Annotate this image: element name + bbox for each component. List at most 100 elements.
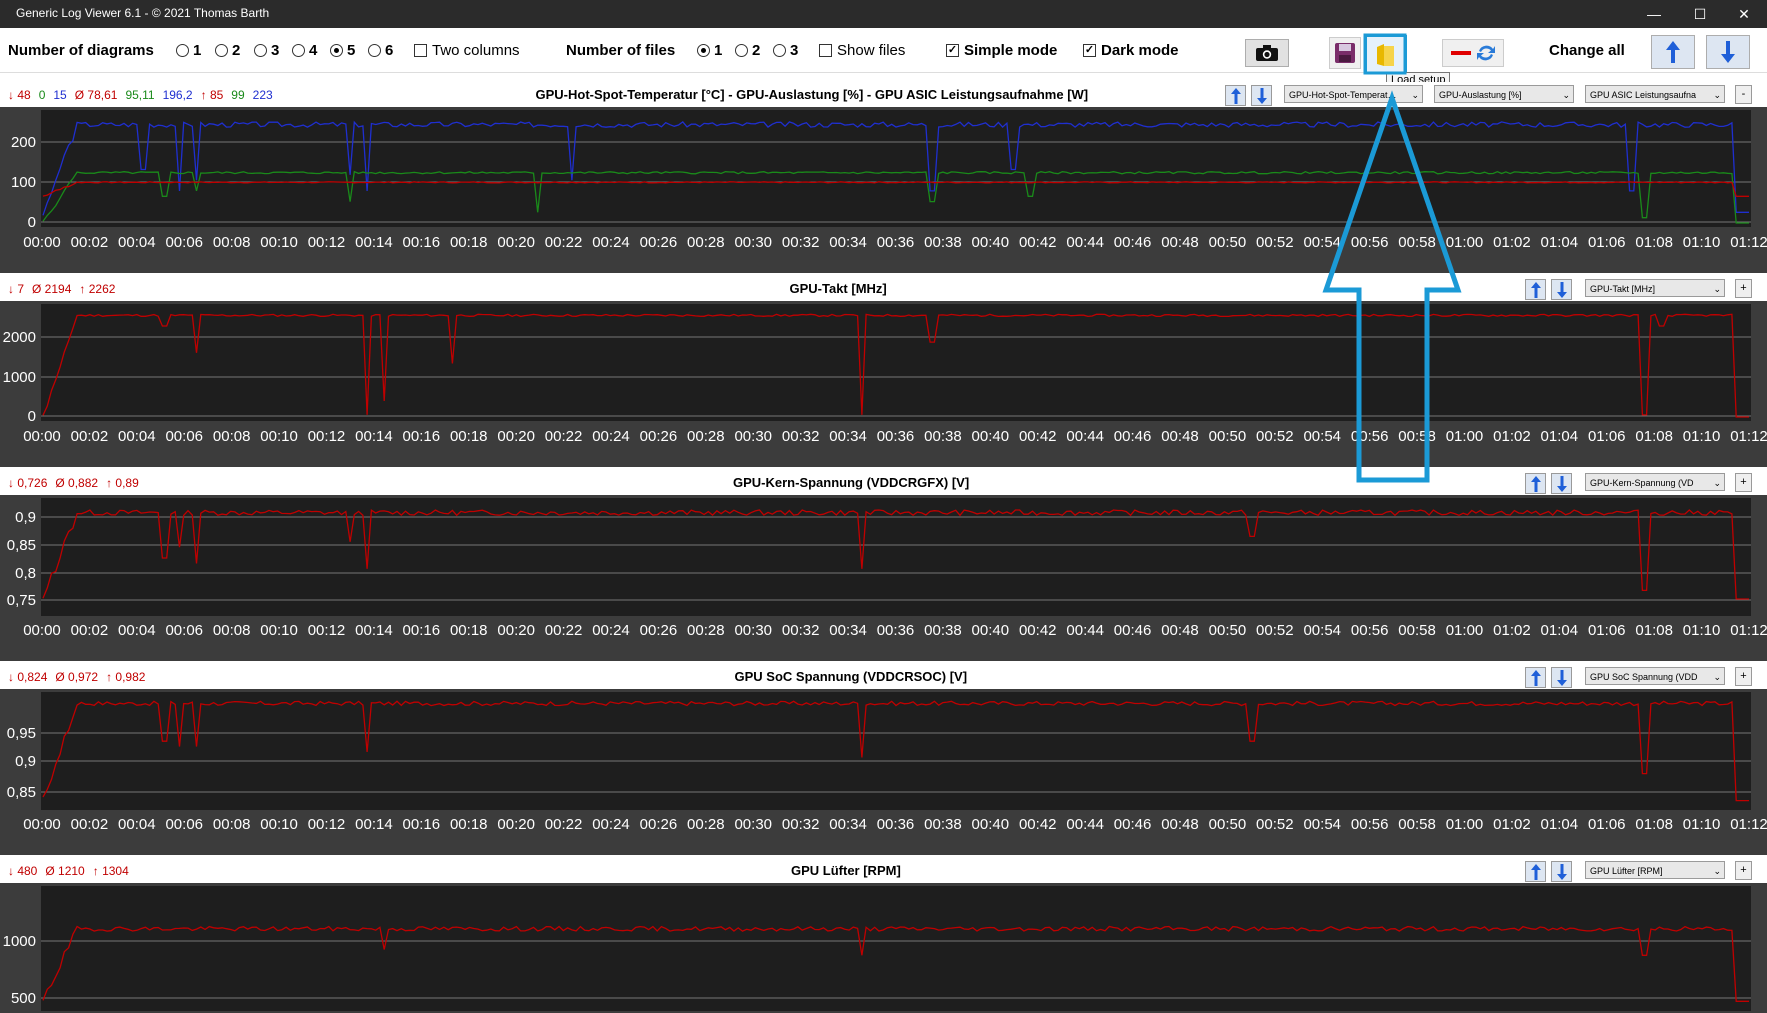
x-tick-label: 00:22	[545, 428, 583, 445]
chart-svg: 200 100 0 00:00 00:02 00:04 00:06 00:08 00:10 00:…	[11, 110, 1767, 251]
diagrams-radio-4[interactable]: 4	[292, 42, 317, 59]
y-tick-label: 1000	[3, 933, 36, 950]
diagrams-radio-2[interactable]: 2	[215, 42, 240, 59]
panel-title: GPU-Kern-Spannung (VDDCRGFX) [V]	[733, 475, 970, 490]
x-tick-label: 00:02	[71, 428, 109, 445]
channel-select[interactable]: GPU SoC Spannung (VDD ⌄	[1585, 667, 1725, 685]
close-button[interactable]: ✕	[1721, 0, 1767, 28]
y-tick-label: 0	[28, 214, 36, 231]
add-channel-button[interactable]: +	[1735, 861, 1752, 880]
chart-svg: 2000 1000 0 00:00 00:02 00:04 00:06 00:08 00:10 0…	[3, 304, 1767, 445]
folder-icon	[1377, 43, 1394, 66]
channel-select[interactable]: GPU-Hot-Spot-Temperat… ⌄	[1284, 85, 1423, 103]
x-tick-label: 00:16	[403, 234, 441, 251]
x-tick-label: 00:30	[734, 816, 772, 833]
move-panel-down-button[interactable]	[1551, 861, 1572, 882]
show-files-checkbox[interactable]: Show files	[819, 42, 905, 59]
panel-stats: ↓ 0,824 Ø 0,972 ↑ 0,982	[8, 670, 145, 684]
x-tick-label: 00:24	[592, 428, 630, 445]
move-panel-down-button[interactable]	[1551, 279, 1572, 300]
x-tick-label: 01:00	[1446, 234, 1484, 251]
x-tick-label: 00:58	[1398, 816, 1436, 833]
move-all-up-button[interactable]	[1651, 35, 1695, 69]
x-tick-label: 00:18	[450, 234, 488, 251]
plot-background[interactable]	[41, 304, 1751, 421]
add-channel-button[interactable]: +	[1735, 279, 1752, 298]
move-panel-down-button[interactable]	[1551, 667, 1572, 688]
move-panel-up-button[interactable]	[1525, 861, 1546, 882]
x-tick-label: 00:00	[23, 816, 61, 833]
minimize-button[interactable]: —	[1631, 0, 1677, 28]
arrow-up-icon	[1530, 281, 1541, 298]
move-panel-up-button[interactable]	[1525, 279, 1546, 300]
x-tick-label: 00:10	[260, 622, 298, 639]
x-tick-label: 00:32	[782, 816, 820, 833]
diagrams-radio-6[interactable]: 6	[368, 42, 393, 59]
add-channel-button[interactable]: +	[1735, 667, 1752, 686]
chart-svg: 0,9 0,85 0,8 0,75 00:00 00:02 00:04 00:06 00:08 0…	[7, 498, 1767, 639]
move-all-down-button[interactable]	[1706, 35, 1750, 69]
channel-select[interactable]: GPU-Takt [MHz] ⌄	[1585, 279, 1725, 297]
diagrams-radio-3[interactable]: 3	[254, 42, 279, 59]
stat-value: ↑ 2262	[79, 282, 116, 296]
x-tick-label: 00:36	[877, 816, 915, 833]
chevron-down-icon: ⌄	[1713, 866, 1721, 876]
files-radio-3[interactable]: 3	[773, 42, 798, 59]
arrow-up-icon	[1530, 863, 1541, 880]
y-tick-label: 0,8	[15, 565, 36, 582]
x-tick-label: 00:36	[877, 234, 915, 251]
files-radio-2[interactable]: 2	[735, 42, 760, 59]
chart-area: 200 100 0 00:00 00:02 00:04 00:06 00:08 00:10 00:…	[0, 107, 1767, 273]
x-tick-label: 01:02	[1493, 428, 1531, 445]
x-tick-label: 00:14	[355, 428, 393, 445]
add-channel-button[interactable]: +	[1735, 473, 1752, 492]
stat-value: Ø 0,882	[55, 476, 99, 490]
move-panel-down-button[interactable]	[1551, 473, 1572, 494]
x-tick-label: 00:22	[545, 622, 583, 639]
x-tick-label: 00:12	[308, 816, 346, 833]
x-tick-label: 01:10	[1683, 234, 1721, 251]
arrow-down-icon	[1256, 87, 1267, 104]
x-tick-label: 00:14	[355, 234, 393, 251]
move-panel-down-button[interactable]	[1251, 85, 1272, 106]
panel-stats: ↓ 7 Ø 2194 ↑ 2262	[8, 282, 115, 296]
x-tick-label: 00:42	[1019, 428, 1057, 445]
diagrams-radio-1[interactable]: 1	[176, 42, 201, 59]
x-tick-label: 00:34	[829, 816, 867, 833]
channel-select[interactable]: GPU Lüfter [RPM] ⌄	[1585, 861, 1725, 879]
stat-value: ↓ 480	[8, 864, 38, 878]
dark-mode-checkbox[interactable]: ✓ Dark mode	[1083, 42, 1179, 59]
plot-background[interactable]	[41, 886, 1751, 1011]
screenshot-button[interactable]	[1245, 39, 1289, 67]
move-panel-up-button[interactable]	[1525, 667, 1546, 688]
refresh-icon	[1477, 45, 1495, 61]
plot-background[interactable]	[41, 498, 1751, 616]
chevron-down-icon: ⌄	[1713, 284, 1721, 294]
stat-value: ↓ 0,726	[8, 476, 48, 490]
chevron-down-icon: ⌄	[1713, 90, 1721, 100]
remove-channel-button[interactable]: -	[1735, 85, 1752, 104]
x-tick-label: 00:06	[165, 622, 203, 639]
channel-select[interactable]: GPU ASIC Leistungsaufna ⌄	[1585, 85, 1725, 103]
x-tick-label: 00:08	[213, 428, 251, 445]
two-columns-checkbox[interactable]: Two columns	[414, 42, 520, 59]
files-radio-1[interactable]: 1	[697, 42, 722, 59]
channel-select-value: GPU-Hot-Spot-Temperat…	[1289, 90, 1397, 100]
x-tick-label: 00:38	[924, 816, 962, 833]
move-panel-up-button[interactable]	[1525, 473, 1546, 494]
x-tick-label: 00:04	[118, 234, 156, 251]
window-title: Generic Log Viewer 6.1 - © 2021 Thomas B…	[16, 6, 270, 20]
maximize-button[interactable]: ☐	[1677, 0, 1723, 28]
channel-select[interactable]: GPU-Kern-Spannung (VD ⌄	[1585, 473, 1725, 491]
chart-svg: 1000 500	[3, 886, 1751, 1011]
x-tick-label: 00:16	[403, 428, 441, 445]
simple-mode-checkbox[interactable]: ✓ Simple mode	[946, 42, 1057, 59]
remove-refresh-button[interactable]	[1442, 39, 1504, 67]
panel-stats: ↓ 48 0 15 Ø 78,61 95,11 196,2 ↑ 85 99 223	[8, 88, 273, 102]
x-tick-label: 01:08	[1635, 234, 1673, 251]
move-panel-up-button[interactable]	[1225, 85, 1246, 106]
save-setup-button[interactable]	[1329, 37, 1361, 69]
load-setup-button[interactable]	[1365, 35, 1407, 74]
diagrams-radio-5[interactable]: 5	[330, 42, 355, 59]
channel-select[interactable]: GPU-Auslastung [%] ⌄	[1434, 85, 1574, 103]
